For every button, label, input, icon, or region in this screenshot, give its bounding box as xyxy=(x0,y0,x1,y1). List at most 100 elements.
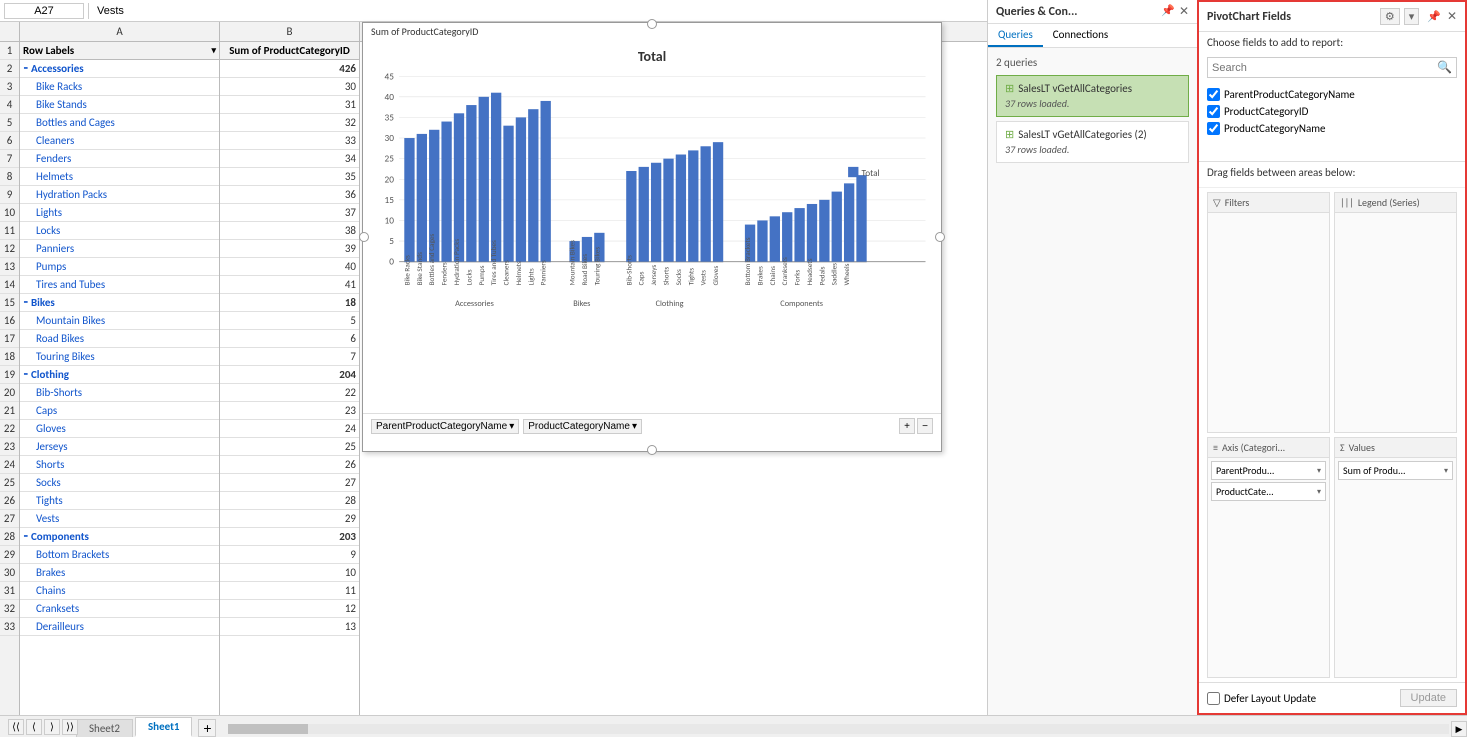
cell-a-33[interactable]: Derailleurs xyxy=(20,618,219,636)
cell-a-15[interactable]: ⁃ Bikes xyxy=(20,294,219,312)
chart-resize-bottom[interactable] xyxy=(647,445,657,455)
tab-nav-first[interactable]: ⟨⟨ xyxy=(8,719,24,735)
cell-a-13[interactable]: Pumps xyxy=(20,258,219,276)
cell-a-32[interactable]: Cranksets xyxy=(20,600,219,618)
scroll-right-btn[interactable]: ▶ xyxy=(1451,721,1467,737)
cell-a-5[interactable]: Bottles and Cages xyxy=(20,114,219,132)
field-checkbox-parent[interactable] xyxy=(1207,88,1220,101)
cell-a-8[interactable]: Helmets xyxy=(20,168,219,186)
cell-a-17[interactable]: Road Bikes xyxy=(20,330,219,348)
cell-a-27[interactable]: Vests xyxy=(20,510,219,528)
cell-a-14[interactable]: Tires and Tubes xyxy=(20,276,219,294)
field-checkbox-name[interactable] xyxy=(1207,122,1220,135)
cell-a-10[interactable]: Lights xyxy=(20,204,219,222)
cell-b-14[interactable]: 41 xyxy=(220,276,359,294)
cell-a-22[interactable]: Gloves xyxy=(20,420,219,438)
cell-b-4[interactable]: 31 xyxy=(220,96,359,114)
field-checkbox-id[interactable] xyxy=(1207,105,1220,118)
filter-btn-product[interactable]: ProductCategoryName ▾ xyxy=(523,419,642,434)
cell-b-10[interactable]: 37 xyxy=(220,204,359,222)
cell-b-12[interactable]: 39 xyxy=(220,240,359,258)
chart-sub-btn[interactable]: − xyxy=(917,418,933,434)
tab-nav-prev[interactable]: ⟨ xyxy=(26,719,42,735)
cell-b-1[interactable]: Sum of ProductCategoryID xyxy=(220,42,359,60)
values-drop-item-1[interactable]: Sum of Produ... ▾ xyxy=(1338,461,1453,480)
queries-close-btn[interactable]: ✕ xyxy=(1179,4,1189,19)
cell-a-6[interactable]: Cleaners xyxy=(20,132,219,150)
query-item-2[interactable]: ⊞ SalesLT vGetAllCategories (2) 37 rows … xyxy=(996,121,1189,163)
cell-b-17[interactable]: 6 xyxy=(220,330,359,348)
cell-a-28[interactable]: ⁃ Components xyxy=(20,528,219,546)
tab-sheet2[interactable]: Sheet2 xyxy=(76,719,133,737)
axis-drop-item-1[interactable]: ParentProdu... ▾ xyxy=(1211,461,1326,480)
cell-b-15[interactable]: 18 xyxy=(220,294,359,312)
cell-a-16[interactable]: Mountain Bikes xyxy=(20,312,219,330)
name-box[interactable] xyxy=(4,3,84,19)
add-sheet-btn[interactable]: + xyxy=(198,719,216,737)
pivot-search-input[interactable] xyxy=(1208,60,1433,76)
cell-a-18[interactable]: Touring Bikes xyxy=(20,348,219,366)
cell-a-20[interactable]: Bib-Shorts xyxy=(20,384,219,402)
cell-b-23[interactable]: 25 xyxy=(220,438,359,456)
tab-nav-next[interactable]: ⟩ xyxy=(44,719,60,735)
tab-sheet1[interactable]: Sheet1 xyxy=(135,717,193,737)
cell-b-16[interactable]: 5 xyxy=(220,312,359,330)
defer-layout-checkbox[interactable] xyxy=(1207,692,1220,705)
update-button[interactable]: Update xyxy=(1400,689,1457,707)
chart-resize-left[interactable] xyxy=(359,232,369,242)
defer-layout-label[interactable]: Defer Layout Update xyxy=(1207,692,1316,705)
pivot-dropdown-btn[interactable]: ▾ xyxy=(1404,8,1420,25)
tab-queries[interactable]: Queries xyxy=(988,24,1043,47)
cell-b-22[interactable]: 24 xyxy=(220,420,359,438)
query-item-1[interactable]: ⊞ SalesLT vGetAllCategories 37 rows load… xyxy=(996,75,1189,117)
cell-b-25[interactable]: 27 xyxy=(220,474,359,492)
col-header-a[interactable]: A xyxy=(20,22,220,41)
cell-b-3[interactable]: 30 xyxy=(220,78,359,96)
cell-b-26[interactable]: 28 xyxy=(220,492,359,510)
cell-a-21[interactable]: Caps xyxy=(20,402,219,420)
scrollbar-track[interactable] xyxy=(228,724,1449,734)
cell-a-25[interactable]: Socks xyxy=(20,474,219,492)
cell-a-23[interactable]: Jerseys xyxy=(20,438,219,456)
cell-a-2[interactable]: ⁃ Accessories xyxy=(20,60,219,78)
h-scrollbar[interactable]: ▶ xyxy=(226,721,1467,737)
cell-a-12[interactable]: Panniers xyxy=(20,240,219,258)
cell-b-8[interactable]: 35 xyxy=(220,168,359,186)
chart-resize-right[interactable] xyxy=(935,232,945,242)
cell-a-26[interactable]: Tights xyxy=(20,492,219,510)
tab-nav-last[interactable]: ⟩⟩ xyxy=(62,719,78,735)
cell-b-6[interactable]: 33 xyxy=(220,132,359,150)
cell-a-31[interactable]: Chains xyxy=(20,582,219,600)
pivot-gear-btn[interactable]: ⚙ xyxy=(1380,8,1400,25)
cell-b-7[interactable]: 34 xyxy=(220,150,359,168)
pivot-close-btn[interactable]: ✕ xyxy=(1447,9,1457,24)
cell-a-7[interactable]: Fenders xyxy=(20,150,219,168)
cell-b-28[interactable]: 203 xyxy=(220,528,359,546)
pivot-search-box[interactable]: 🔍 xyxy=(1207,57,1457,78)
cell-b-19[interactable]: 204 xyxy=(220,366,359,384)
cell-b-20[interactable]: 22 xyxy=(220,384,359,402)
cell-a-9[interactable]: Hydration Packs xyxy=(20,186,219,204)
cell-b-24[interactable]: 26 xyxy=(220,456,359,474)
cell-b-9[interactable]: 36 xyxy=(220,186,359,204)
tab-connections[interactable]: Connections xyxy=(1043,24,1118,47)
cell-b-2[interactable]: 426 xyxy=(220,60,359,78)
cell-a-3[interactable]: Bike Racks xyxy=(20,78,219,96)
cell-b-33[interactable]: 13 xyxy=(220,618,359,636)
queries-pin-btn[interactable]: 📌 xyxy=(1161,4,1175,19)
cell-a-24[interactable]: Shorts xyxy=(20,456,219,474)
cell-b-11[interactable]: 38 xyxy=(220,222,359,240)
col-header-b[interactable]: B xyxy=(220,22,360,41)
cell-b-5[interactable]: 32 xyxy=(220,114,359,132)
chart-resize-top[interactable] xyxy=(647,19,657,29)
cell-a-19[interactable]: ⁃ Clothing xyxy=(20,366,219,384)
cell-b-30[interactable]: 10 xyxy=(220,564,359,582)
cell-b-27[interactable]: 29 xyxy=(220,510,359,528)
cell-b-18[interactable]: 7 xyxy=(220,348,359,366)
cell-a-29[interactable]: Bottom Brackets xyxy=(20,546,219,564)
cell-a-4[interactable]: Bike Stands xyxy=(20,96,219,114)
pivot-pin-btn[interactable]: 📌 xyxy=(1427,10,1441,23)
cell-a-1[interactable]: Row Labels▾ xyxy=(20,42,219,60)
cell-b-21[interactable]: 23 xyxy=(220,402,359,420)
cell-b-29[interactable]: 9 xyxy=(220,546,359,564)
